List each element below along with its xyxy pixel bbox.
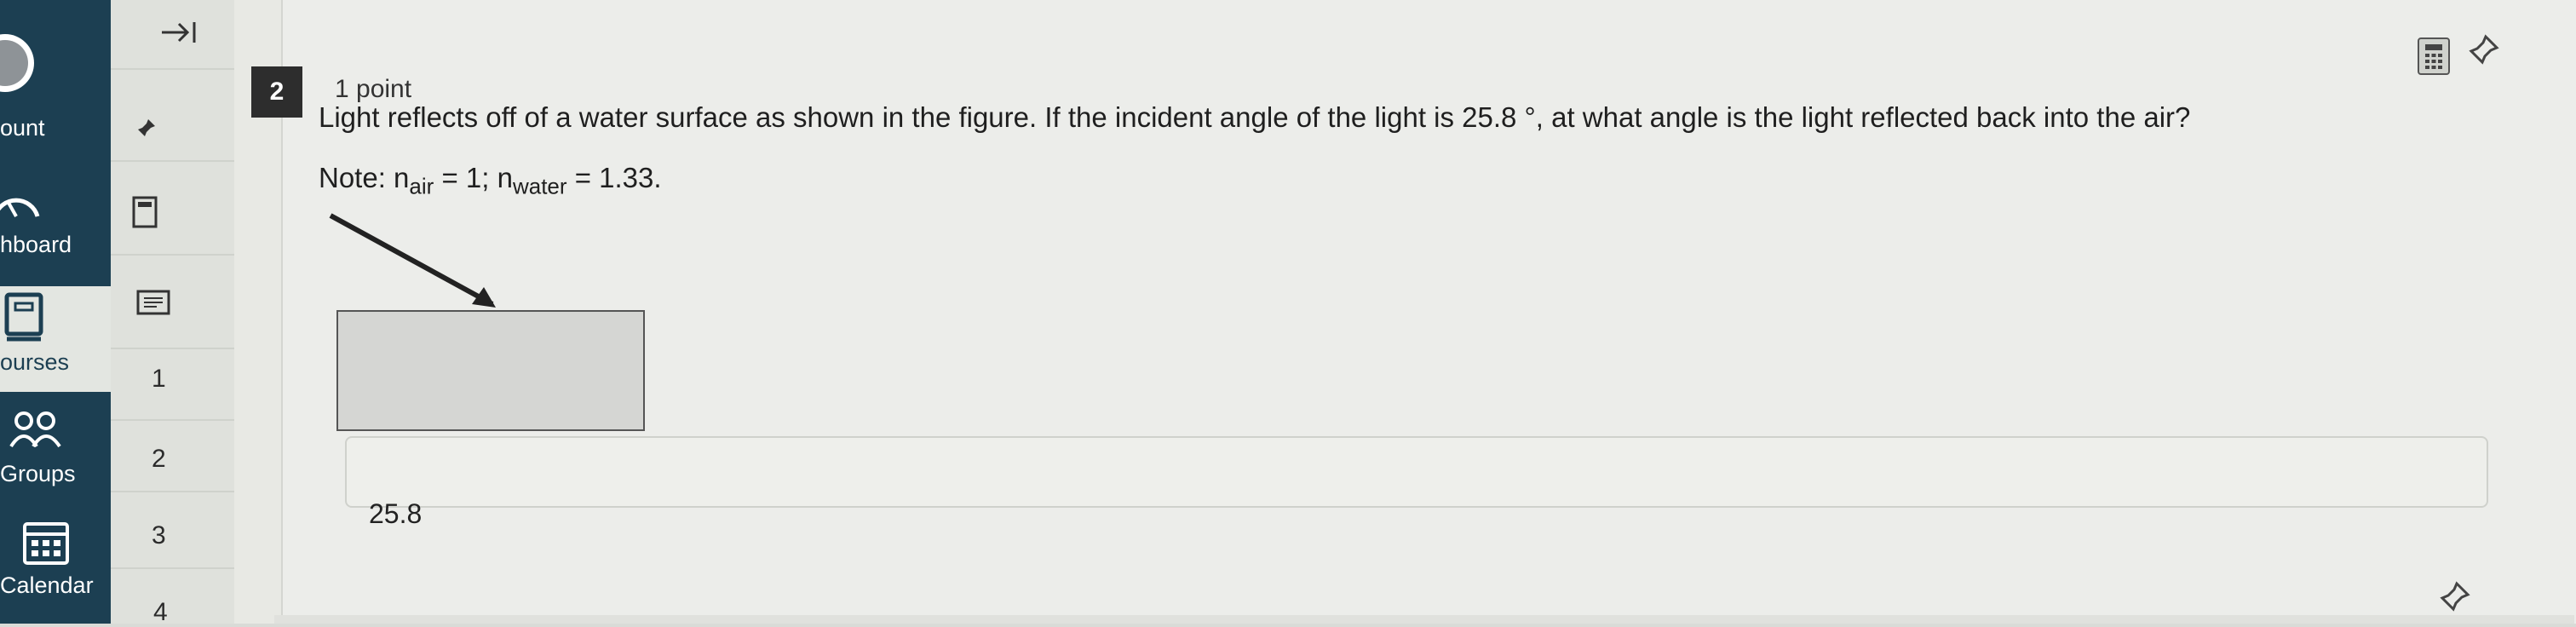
note-air-subscript: air — [409, 173, 434, 199]
nav-calendar[interactable]: Calendar — [0, 515, 111, 624]
note-prefix: Note: n — [319, 162, 410, 193]
nav-dashboard-label: hboard — [0, 232, 72, 257]
answer-input-value[interactable]: 25.8 — [369, 498, 422, 530]
question-number-badge: 2 — [251, 66, 302, 118]
pin-icon[interactable] — [2469, 34, 2499, 65]
account-avatar-icon — [0, 34, 34, 92]
water-surface-block — [336, 310, 645, 431]
answer-input-box[interactable] — [345, 436, 2488, 508]
question-number: 2 — [152, 445, 166, 473]
note-water-subscript: water — [512, 173, 567, 199]
question-number: 3 — [152, 521, 166, 549]
question-number: 1 — [152, 365, 166, 393]
calculator-button[interactable] — [2418, 37, 2450, 75]
qnav-question-1[interactable]: 1 — [111, 348, 234, 421]
groups-people-icon — [9, 411, 61, 448]
qnav-question-2[interactable]: 2 — [111, 419, 234, 492]
nav-account[interactable]: ount — [0, 0, 111, 141]
nav-groups-label: Groups — [0, 461, 76, 486]
nav-courses[interactable]: ourses — [0, 286, 111, 392]
question-number: 4 — [153, 598, 168, 626]
qnav-pin[interactable] — [111, 68, 234, 162]
dashboard-gauge-icon — [0, 198, 40, 217]
global-nav: ount hboard ourses Groups Calendar — [0, 0, 111, 624]
pin-icon — [138, 119, 155, 136]
calendar-icon — [23, 522, 69, 565]
nav-courses-label: ourses — [0, 349, 70, 375]
nav-dashboard[interactable]: hboard — [0, 170, 111, 273]
question-text: Light reflects off of a water surface as… — [319, 101, 2191, 133]
courses-book-icon — [4, 292, 43, 342]
qnav-question-4[interactable]: 4 — [111, 567, 234, 626]
qnav-calculator-tool[interactable] — [111, 160, 234, 256]
qnav-notes-tool[interactable] — [111, 254, 234, 349]
note-suffix: = 1.33. — [566, 162, 662, 193]
pin-icon[interactable] — [2440, 581, 2470, 612]
expand-arrow-icon — [162, 22, 196, 43]
calculator-icon — [132, 196, 158, 228]
qnav-expand[interactable] — [111, 0, 234, 70]
nav-calendar-label: Calendar — [0, 572, 94, 598]
reflection-figure — [329, 213, 645, 431]
nav-account-label: ount — [0, 115, 45, 141]
calculator-icon — [2425, 44, 2442, 69]
incident-ray — [329, 213, 494, 307]
quiz-navigator: 1 2 3 4 — [111, 0, 234, 626]
question-note: Note: nair = 1; nwater = 1.33. — [319, 162, 662, 200]
next-question-edge — [274, 615, 2574, 624]
nav-groups[interactable]: Groups — [0, 400, 111, 503]
qnav-question-3[interactable]: 3 — [111, 491, 234, 569]
note-mid: = 1; n — [434, 162, 513, 193]
notes-icon — [136, 290, 170, 315]
